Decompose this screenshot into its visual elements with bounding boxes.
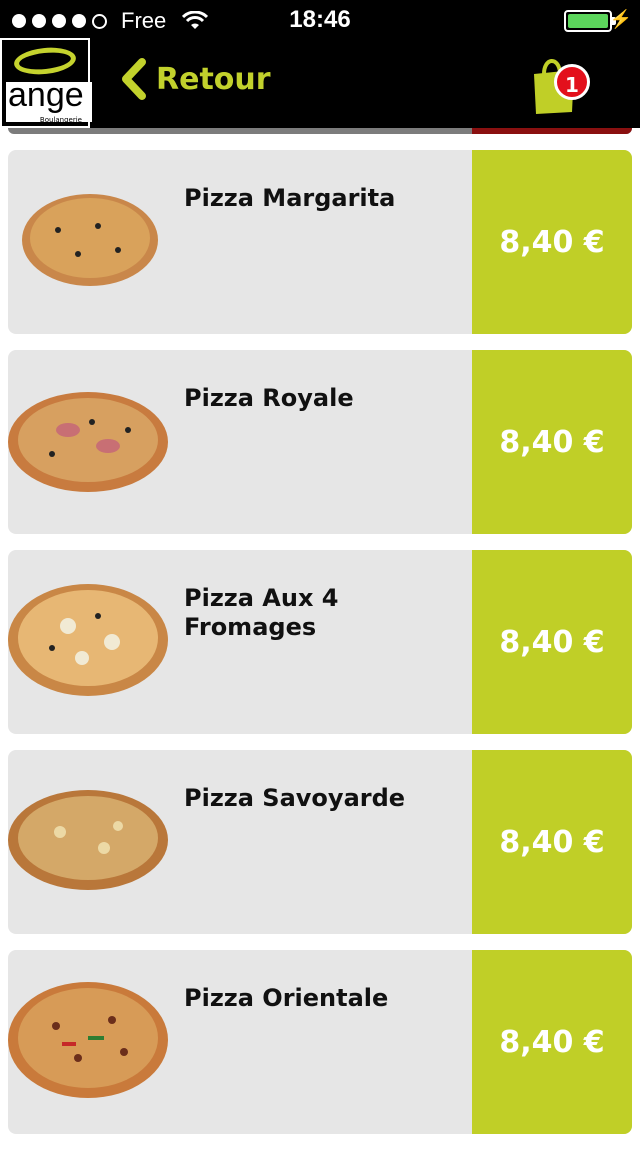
- product-name: Pizza Aux 4 Fromages: [184, 584, 339, 641]
- pizza-margarita-image: [22, 194, 158, 286]
- product-card[interactable]: Pizza Aux 4 Fromages 8,40 €: [8, 550, 632, 734]
- product-name: Pizza Savoyarde: [184, 784, 406, 812]
- product-price[interactable]: 8,40 €: [472, 350, 632, 534]
- pizza-orientale-image: [8, 982, 168, 1098]
- product-price[interactable]: 8,40 €: [472, 150, 632, 334]
- logo-wordmark: ange: [8, 76, 84, 114]
- chevron-left-icon: [122, 58, 146, 100]
- product-name: Pizza Royale: [184, 384, 354, 412]
- pizza-royale-image: [8, 392, 168, 492]
- battery-icon: [564, 10, 616, 32]
- product-price[interactable]: 8,40 €: [472, 550, 632, 734]
- charging-bolt-icon: ⚡: [609, 9, 632, 29]
- product-price[interactable]: 8,40 €: [472, 750, 632, 934]
- product-name: Pizza Margarita: [184, 184, 396, 212]
- back-button[interactable]: Retour: [120, 58, 271, 100]
- product-card[interactable]: Pizza Savoyarde 8,40 €: [8, 750, 632, 934]
- product-name: Pizza Orientale: [184, 984, 389, 1012]
- pizza-savoyarde-image: [8, 790, 168, 890]
- previous-item-edge: [8, 128, 632, 134]
- app-header: Free 18:46 ⚡ ange Boulangerie Retour 1: [0, 0, 640, 128]
- product-card[interactable]: Pizza Orientale 8,40 €: [8, 950, 632, 1134]
- cart-count-badge: 1: [554, 64, 590, 100]
- back-label: Retour: [156, 61, 271, 97]
- clock: 18:46: [289, 6, 351, 33]
- status-bar: Free 18:46 ⚡: [0, 0, 640, 40]
- brand-logo[interactable]: ange Boulangerie: [0, 38, 92, 128]
- pizza-4-fromages-image: [8, 584, 168, 696]
- product-card[interactable]: Pizza Royale 8,40 €: [8, 350, 632, 534]
- product-card[interactable]: Pizza Margarita 8,40 €: [8, 150, 632, 334]
- product-list: Pizza Margarita 8,40 € Pizza Royale 8,40…: [8, 150, 632, 1150]
- logo-subtitle: Boulangerie: [39, 116, 82, 124]
- logo-ellipse-mark: [12, 44, 78, 78]
- product-price[interactable]: 8,40 €: [472, 950, 632, 1134]
